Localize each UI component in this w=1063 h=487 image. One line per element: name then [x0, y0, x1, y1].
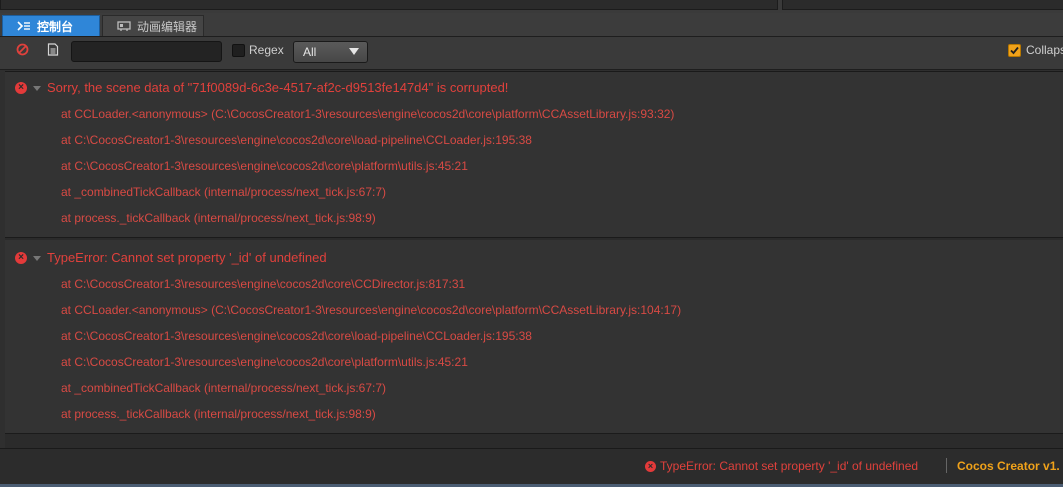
- log-entry-header[interactable]: × Sorry, the scene data of "71f0089d-6c3…: [5, 77, 1063, 99]
- clear-button[interactable]: [14, 43, 30, 61]
- upper-panel-left: [0, 0, 778, 10]
- stack-line: at process._tickCallback (internal/proce…: [61, 407, 376, 421]
- tab-console[interactable]: 控制台: [2, 15, 100, 36]
- tab-console-label: 控制台: [37, 19, 74, 34]
- animation-editor-icon: [117, 20, 131, 32]
- stack-line: at C:\CocosCreator1-3\resources\engine\c…: [61, 355, 468, 369]
- console-toolbar: Regex All Collapse: [0, 37, 1063, 70]
- tab-animation-editor[interactable]: 动画编辑器: [102, 15, 204, 36]
- error-icon: ×: [15, 252, 27, 264]
- expand-triangle-icon[interactable]: [33, 256, 41, 261]
- log-entry-header[interactable]: × TypeError: Cannot set property '_id' o…: [5, 247, 1063, 269]
- upper-panels-edge: [0, 0, 1063, 13]
- error-icon: ×: [645, 460, 656, 472]
- tab-animation-editor-label: 动画编辑器: [137, 19, 198, 34]
- stack-line: at C:\CocosCreator1-3\resources\engine\c…: [61, 277, 466, 291]
- log-entry[interactable]: × TypeError: Cannot set property '_id' o…: [5, 240, 1063, 434]
- status-last-error-text: TypeError: Cannot set property '_id' of …: [660, 459, 919, 473]
- stack-line: at process._tickCallback (internal/proce…: [61, 211, 376, 225]
- stack-line: at CCLoader.<anonymous> (C:\CocosCreator…: [61, 107, 675, 121]
- app-version-label: Cocos Creator v1.: [957, 459, 1060, 473]
- error-icon: ×: [15, 82, 27, 94]
- stack-line: at C:\CocosCreator1-3\resources\engine\c…: [61, 329, 532, 343]
- regex-checkbox[interactable]: [232, 44, 245, 57]
- stack-line: at CCLoader.<anonymous> (C:\CocosCreator…: [61, 303, 682, 317]
- stack-line: at C:\CocosCreator1-3\resources\engine\c…: [61, 133, 532, 147]
- regex-label: Regex: [249, 43, 284, 57]
- log-level-select[interactable]: All: [293, 41, 368, 63]
- open-log-file-icon: [47, 43, 59, 61]
- upper-panel-right: [782, 0, 1063, 10]
- log-message: Sorry, the scene data of "71f0089d-6c3e-…: [47, 80, 509, 95]
- status-divider: [946, 458, 947, 473]
- search-input[interactable]: [71, 41, 222, 62]
- status-last-error[interactable]: × TypeError: Cannot set property '_id' o…: [645, 459, 918, 473]
- log-entry[interactable]: × Sorry, the scene data of "71f0089d-6c3…: [5, 72, 1063, 238]
- stack-line: at _combinedTickCallback (internal/proce…: [61, 185, 387, 199]
- log-list[interactable]: × Sorry, the scene data of "71f0089d-6c3…: [5, 71, 1063, 448]
- expand-triangle-icon[interactable]: [33, 86, 41, 91]
- clear-icon: [16, 43, 29, 61]
- log-level-value: All: [303, 45, 317, 59]
- collapse-label: Collapse: [1026, 43, 1063, 57]
- chevron-down-icon: [349, 48, 359, 55]
- status-bar: × TypeError: Cannot set property '_id' o…: [0, 448, 1063, 485]
- collapse-checkbox[interactable]: [1008, 44, 1021, 57]
- stack-line: at C:\CocosCreator1-3\resources\engine\c…: [61, 159, 468, 173]
- log-message: TypeError: Cannot set property '_id' of …: [47, 250, 327, 265]
- open-log-file-button[interactable]: [45, 43, 61, 61]
- console-icon: [17, 20, 31, 32]
- stack-line: at _combinedTickCallback (internal/proce…: [61, 381, 387, 395]
- tab-bar: 控制台 动画编辑器: [0, 13, 1063, 37]
- console-window: 控制台 动画编辑器 Regex All Collap × Sorry, the …: [0, 0, 1063, 487]
